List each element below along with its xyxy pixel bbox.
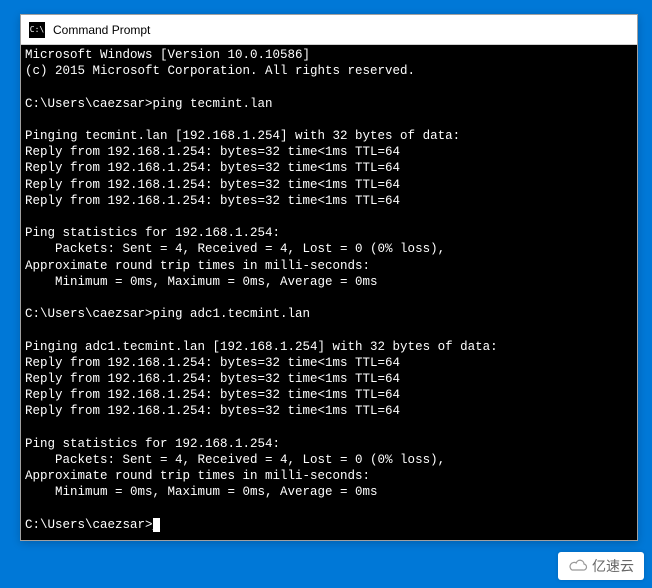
titlebar[interactable]: C:\ Command Prompt — [21, 15, 637, 45]
cmd-icon: C:\ — [29, 22, 45, 38]
cursor: _ — [153, 518, 161, 532]
watermark: 亿速云 — [558, 552, 644, 580]
terminal-output[interactable]: Microsoft Windows [Version 10.0.10586] (… — [21, 45, 637, 540]
cloud-icon — [568, 558, 588, 575]
watermark-text: 亿速云 — [592, 556, 634, 576]
window-title: Command Prompt — [53, 23, 150, 37]
command-prompt-window: C:\ Command Prompt Microsoft Windows [Ve… — [20, 14, 638, 541]
terminal-text: Microsoft Windows [Version 10.0.10586] (… — [25, 48, 498, 532]
